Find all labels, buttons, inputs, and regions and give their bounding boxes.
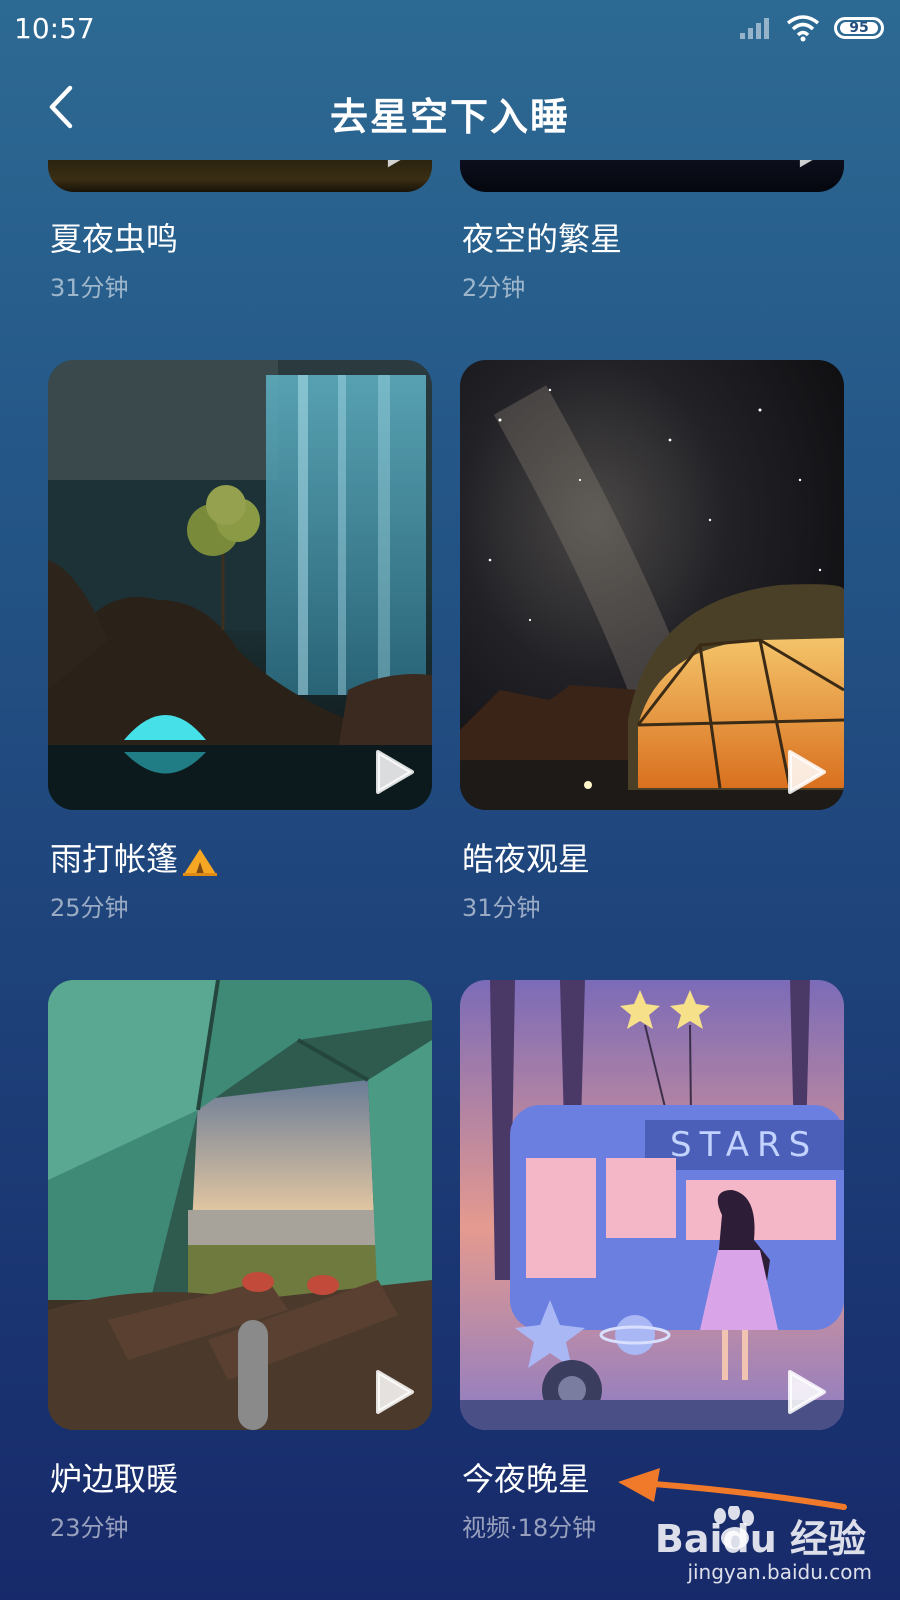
card-title: 今夜晚星 <box>462 1460 591 1498</box>
play-icon <box>788 1370 826 1414</box>
play-icon <box>387 160 401 168</box>
card-title: 夜空的繁星 <box>462 220 623 258</box>
card-thumbnail <box>460 360 844 810</box>
card-thumbnail: STARS <box>460 980 844 1430</box>
play-icon <box>799 160 813 168</box>
star-bus-illustration: STARS <box>460 980 844 1430</box>
card-thumbnail <box>48 980 432 1430</box>
sound-card[interactable]: 皓夜观星 31分钟 <box>460 360 844 930</box>
card-duration: 25分钟 <box>50 894 129 922</box>
tent-view-image <box>48 980 432 1430</box>
card-duration: 31分钟 <box>462 894 541 922</box>
play-icon <box>376 1370 414 1414</box>
sound-card[interactable]: 夏夜虫鸣 31分钟 <box>48 160 432 310</box>
card-thumbnail <box>48 360 432 810</box>
sound-card[interactable]: 雨打帐篷 25分钟 <box>48 360 432 930</box>
card-duration: 视频·18分钟 <box>462 1514 597 1542</box>
card-title-text: 雨打帐篷 <box>50 840 179 878</box>
card-title: 雨打帐篷 <box>50 834 218 880</box>
card-title: 夏夜虫鸣 <box>50 220 179 258</box>
baidu-watermark: Baidu 经验 jingyan.baidu.com <box>636 1502 886 1592</box>
card-thumbnail <box>48 160 432 192</box>
sound-card[interactable]: 夜空的繁星 2分钟 <box>460 160 844 310</box>
card-duration: 31分钟 <box>50 274 129 302</box>
play-icon <box>376 750 414 794</box>
card-title: 炉边取暖 <box>50 1460 179 1498</box>
svg-text:STARS: STARS <box>670 1125 818 1165</box>
sound-grid: 夏夜虫鸣 31分钟 夜空的繁星 2分钟 雨打帐篷 25分钟 皓夜观星 31分钟 … <box>0 0 900 1600</box>
watermark-brand: Baidu 经验 <box>654 1517 866 1561</box>
card-thumbnail <box>460 160 844 192</box>
sound-card[interactable]: 炉边取暖 23分钟 <box>48 980 432 1550</box>
waterfall-tent-image <box>48 360 432 810</box>
milky-way-dome-image <box>460 360 844 810</box>
watermark-url: jingyan.baidu.com <box>687 1560 872 1584</box>
tent-emoji-icon <box>183 849 218 876</box>
card-duration: 23分钟 <box>50 1514 129 1542</box>
card-duration: 2分钟 <box>462 274 526 302</box>
card-title: 皓夜观星 <box>462 840 591 878</box>
play-icon <box>788 750 826 794</box>
